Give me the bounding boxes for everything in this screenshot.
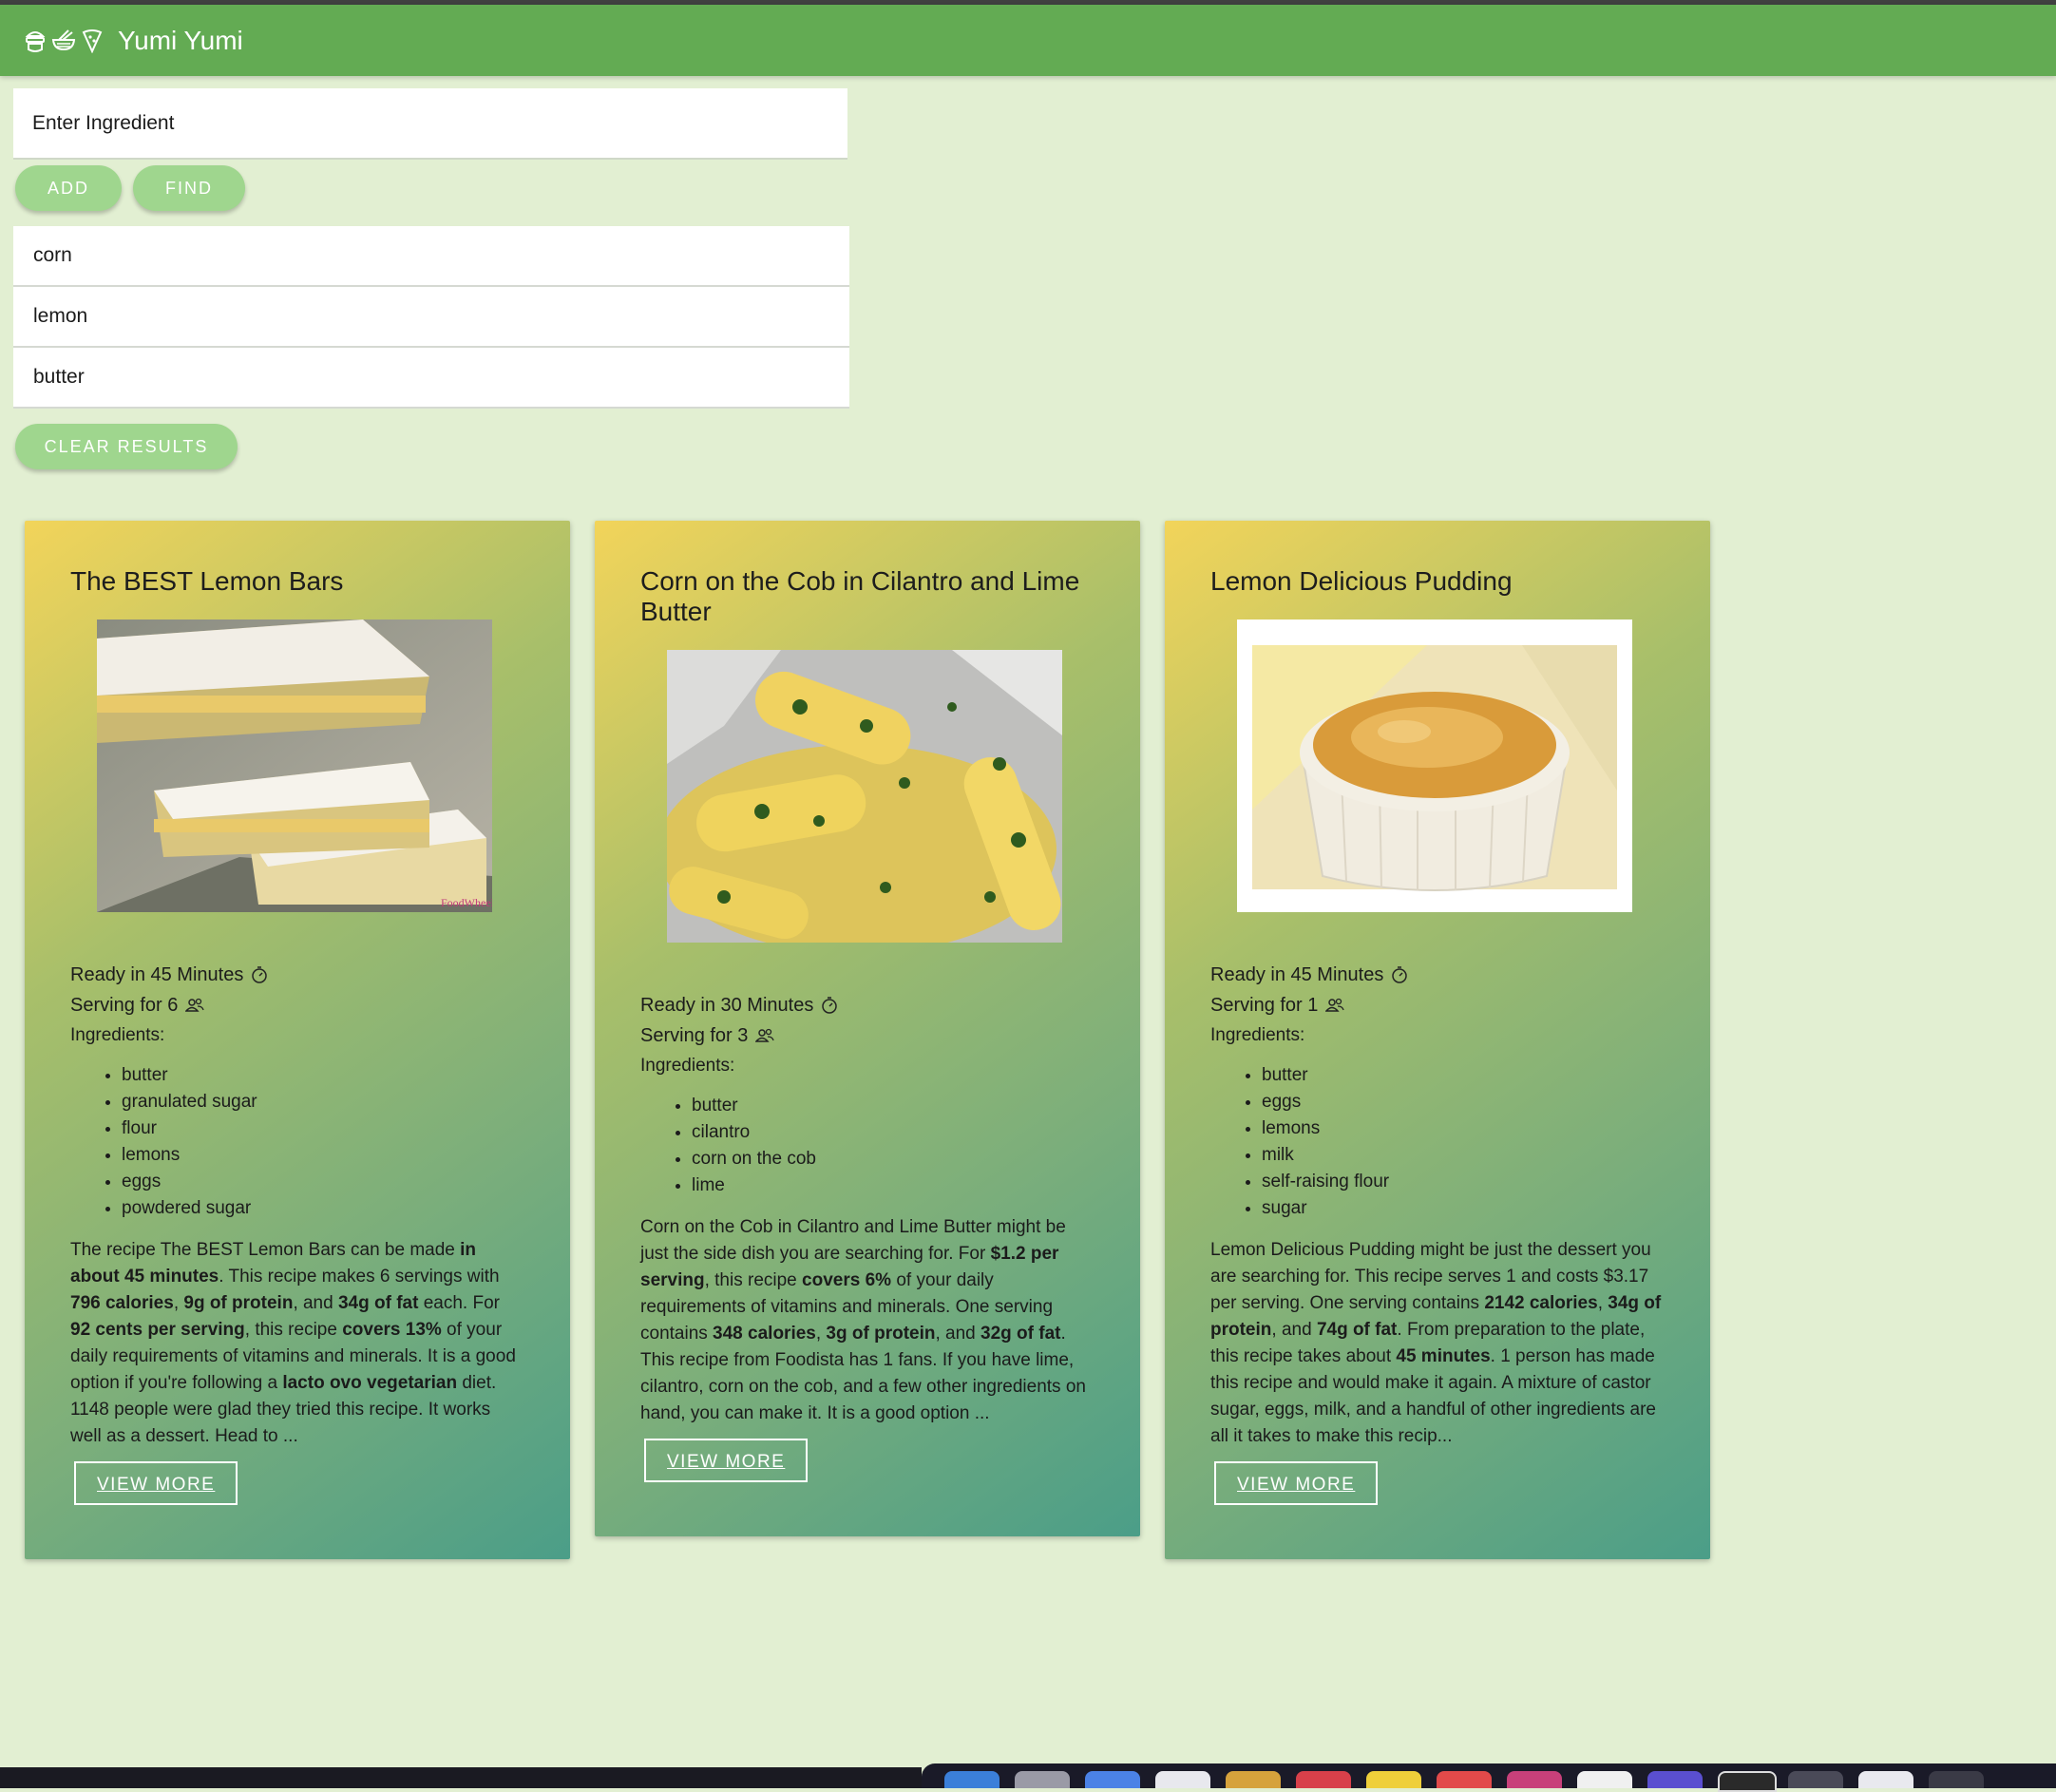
people-icon (185, 998, 205, 1012)
recipe-title: Lemon Delicious Pudding (1210, 566, 1513, 596)
recipe-ingredient-list: butter cilantro corn on the cob lime (640, 1093, 1095, 1199)
dock-app-icon[interactable] (1226, 1771, 1281, 1788)
view-more-button[interactable]: VIEW MORE (74, 1461, 238, 1505)
list-item: corn on the cob (692, 1146, 1095, 1172)
find-button[interactable]: FIND (133, 165, 245, 211)
list-item: lemons (122, 1142, 524, 1169)
ingredient-list-item[interactable]: butter (13, 348, 849, 409)
recipe-title: Corn on the Cob in Cilantro and Lime But… (640, 566, 1080, 626)
recipe-card: Lemon Delicious Pudding Ready in 45 Minu… (1165, 521, 1710, 1559)
list-item: powdered sugar (122, 1195, 524, 1222)
recipe-image (657, 650, 1062, 954)
recipe-image: FoodWheels (97, 620, 499, 912)
dock-app-icon[interactable] (1296, 1771, 1351, 1788)
pizza-icon (82, 29, 103, 53)
ingredient-input[interactable] (13, 88, 847, 160)
ingredient-list: corn lemon butter (13, 226, 849, 409)
app-title: Yumi Yumi (118, 25, 243, 55)
people-icon (755, 1028, 775, 1042)
serving-count: Serving for 6 (70, 990, 524, 1020)
ready-time: Ready in 45 Minutes (1210, 960, 1665, 990)
dock-app-icon[interactable] (1085, 1771, 1140, 1788)
ready-time: Ready in 30 Minutes (640, 990, 1095, 1020)
dock-app-icon[interactable] (1437, 1771, 1492, 1788)
list-item: eggs (122, 1169, 524, 1195)
ingredients-label: Ingredients: (1210, 1025, 1305, 1045)
recipe-meta: Ready in 30 Minutes Serving for 3 Ingred… (640, 990, 1095, 1081)
timer-icon (1392, 966, 1408, 983)
recipe-summary: The recipe The BEST Lemon Bars can be ma… (70, 1240, 516, 1446)
recipe-card: Corn on the Cob in Cilantro and Lime But… (595, 521, 1140, 1536)
dock-app-icon[interactable] (1577, 1771, 1632, 1788)
ready-time-text: Ready in 45 Minutes (1210, 964, 1384, 985)
ingredients-label: Ingredients: (640, 1056, 735, 1076)
timer-icon (252, 966, 268, 983)
clear-results-button[interactable]: CLEAR RESULTS (15, 424, 238, 469)
serving-count: Serving for 1 (1210, 990, 1665, 1020)
ready-time-text: Ready in 30 Minutes (640, 995, 814, 1016)
window-bottom-edge (0, 1767, 922, 1788)
view-more-button[interactable]: VIEW MORE (1214, 1461, 1379, 1505)
list-item: sugar (1262, 1195, 1665, 1222)
serving-count: Serving for 3 (640, 1020, 1095, 1051)
people-icon (1325, 998, 1345, 1012)
list-item: milk (1262, 1142, 1665, 1169)
dock-app-icon[interactable] (1015, 1771, 1070, 1788)
app-bar: Yumi Yumi (0, 5, 2056, 76)
list-item: eggs (1262, 1089, 1665, 1115)
burger-icon (25, 30, 46, 52)
logo-icons (25, 29, 108, 53)
serving-count-text: Serving for 3 (640, 1025, 749, 1046)
list-item: butter (1262, 1062, 1665, 1089)
list-item: lemons (1262, 1115, 1665, 1142)
list-item: flour (122, 1115, 524, 1142)
recipe-meta: Ready in 45 Minutes Serving for 1 Ingred… (1210, 960, 1665, 1051)
ready-time-text: Ready in 45 Minutes (70, 964, 244, 985)
serving-count-text: Serving for 6 (70, 995, 179, 1016)
recipe-card: The BEST Lemon Bars FoodWheels Ready in … (25, 521, 570, 1559)
ready-time: Ready in 45 Minutes (70, 960, 524, 990)
list-item: butter (692, 1093, 1095, 1119)
dock-app-icon[interactable] (1507, 1771, 1562, 1788)
dock-app-icon[interactable] (1788, 1771, 1843, 1788)
recipe-ingredient-list: butter granulated sugar flour lemons egg… (70, 1062, 524, 1222)
recipe-image (1237, 620, 1632, 912)
ingredients-label: Ingredients: (70, 1025, 165, 1045)
timer-icon (822, 997, 838, 1014)
add-button[interactable]: ADD (15, 165, 122, 211)
recipe-meta: Ready in 45 Minutes Serving for 6 Ingred… (70, 960, 524, 1051)
image-watermark: FoodWheels (441, 896, 492, 909)
serving-count-text: Serving for 1 (1210, 995, 1319, 1016)
recipe-summary: Lemon Delicious Pudding might be just th… (1210, 1240, 1662, 1446)
recipe-title: The BEST Lemon Bars (70, 566, 344, 596)
dock-app-icon[interactable] (1366, 1771, 1421, 1788)
recipe-summary: Corn on the Cob in Cilantro and Lime But… (640, 1217, 1086, 1423)
list-item: self-raising flour (1262, 1169, 1665, 1195)
list-item: cilantro (692, 1119, 1095, 1146)
dock-app-icon[interactable] (944, 1771, 999, 1788)
ingredient-list-item[interactable]: corn (13, 226, 849, 287)
dock-app-icon[interactable] (1647, 1771, 1703, 1788)
os-dock (922, 1763, 2056, 1792)
view-more-button[interactable]: VIEW MORE (644, 1439, 809, 1482)
list-item: lime (692, 1172, 1095, 1199)
list-item: granulated sugar (122, 1089, 524, 1115)
dock-app-icon[interactable] (1929, 1771, 1984, 1788)
ingredient-list-item[interactable]: lemon (13, 287, 849, 348)
recipe-ingredient-list: butter eggs lemons milk self-raising flo… (1210, 1062, 1665, 1222)
dock-app-icon[interactable] (1155, 1771, 1210, 1788)
dock-app-icon[interactable] (1718, 1771, 1777, 1792)
noodle-bowl-icon (51, 29, 76, 50)
dock-app-icon[interactable] (1858, 1771, 1913, 1788)
list-item: butter (122, 1062, 524, 1089)
